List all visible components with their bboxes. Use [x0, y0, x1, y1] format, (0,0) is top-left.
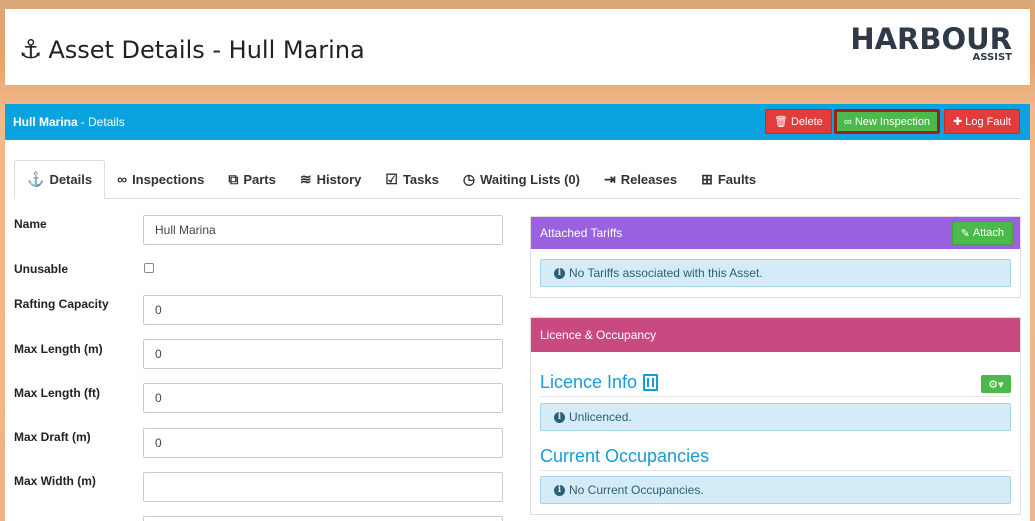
licence-alert: i Unlicenced. — [540, 403, 1011, 431]
info-icon: i — [554, 411, 565, 423]
medkit-icon: ✚ — [953, 116, 963, 128]
panel-subtitle: - Details — [80, 115, 125, 129]
page-header: ⚓ Asset Details - Hull Marina HARBOUR AS… — [5, 9, 1030, 85]
attached-tariffs-title: Attached Tariffs — [540, 226, 623, 240]
logo-brand: HARBOUR — [850, 22, 1012, 56]
tab-inspections[interactable]: ∞ Inspections — [105, 160, 216, 198]
delete-label: Delete — [790, 115, 823, 128]
licence-settings-button[interactable]: ⚙▾ — [981, 375, 1011, 393]
paperclip-icon: ✎ — [960, 227, 970, 240]
attached-tariffs-header: Attached Tariffs ✎ Attach — [531, 217, 1020, 249]
sign-out-icon: ⇥ — [603, 170, 616, 187]
tab-faults[interactable]: ⊞ Faults — [689, 160, 768, 198]
max-length-ft-field[interactable]: 0 — [143, 383, 503, 413]
tab-parts[interactable]: ⧉ Parts — [216, 160, 288, 198]
current-occupancies-title: Current Occupancies — [540, 446, 710, 466]
tab-label: Tasks — [402, 171, 439, 187]
name-label: Name — [14, 217, 47, 231]
gear-icon: ⚙▾ — [988, 378, 1004, 391]
unusable-checkbox[interactable] — [144, 263, 154, 273]
licence-info-heading: Licence Info ⚙▾ — [540, 369, 1011, 397]
puzzle-icon: ⧉ — [228, 170, 239, 187]
clock-icon: ◷ — [462, 170, 476, 187]
panel-header: Hull Marina - Details 🗑 Delete ∞ New Ins… — [5, 104, 1030, 140]
medkit-icon: ⊞ — [701, 170, 713, 187]
tariffs-empty-message: No Tariffs associated with this Asset. — [569, 266, 763, 280]
licence-info-title: Licence Info — [540, 372, 638, 392]
max-draft-label: Max Draft (m) — [14, 430, 91, 444]
unusable-label: Unusable — [14, 262, 69, 276]
page-title-text: Asset Details - Hull Marina — [48, 36, 365, 64]
clipboard-check-icon: ☑ — [385, 170, 398, 187]
log-fault-button[interactable]: ✚ Log Fault — [944, 109, 1021, 134]
harbour-assist-logo: HARBOUR ASSIST — [850, 25, 1012, 63]
max-width-field[interactable] — [143, 472, 503, 502]
tab-releases[interactable]: ⇥ Releases — [592, 160, 689, 198]
info-icon: i — [554, 267, 565, 279]
info-icon: i — [554, 484, 565, 496]
max-width-label: Max Width (m) — [14, 474, 96, 488]
attach-label: Attach — [972, 227, 1004, 239]
tab-bar: ⚓ Details ∞ Inspections ⧉ Parts ≋ Histor… — [14, 160, 1021, 199]
name-field[interactable]: Hull Marina — [143, 215, 503, 245]
occupancies-message: No Current Occupancies. — [569, 483, 704, 497]
occupancies-alert: i No Current Occupancies. — [540, 476, 1011, 504]
max-length-ft-label: Max Length (ft) — [14, 386, 100, 400]
tab-label: Faults — [717, 171, 757, 187]
licence-occupancy-header: Licence & Occupancy — [531, 318, 1020, 352]
licence-occupancy-box: Licence & Occupancy Licence Info ⚙▾ i Un… — [530, 317, 1021, 515]
delete-button[interactable]: 🗑 Delete — [765, 109, 832, 134]
asset-panel: Hull Marina - Details 🗑 Delete ∞ New Ins… — [5, 104, 1030, 521]
trash-icon: 🗑 — [774, 116, 788, 128]
attached-tariffs-box: Attached Tariffs ✎ Attach i No Tariffs a… — [530, 216, 1021, 298]
max-length-m-field[interactable]: 0 — [143, 339, 503, 369]
glasses-icon: ∞ — [117, 171, 128, 187]
tab-label: Parts — [243, 171, 276, 187]
new-inspection-label: New Inspection — [854, 115, 931, 128]
new-inspection-button[interactable]: ∞ New Inspection — [834, 109, 941, 134]
page-title: ⚓ Asset Details - Hull Marina — [19, 35, 365, 65]
tab-history[interactable]: ≋ History — [288, 160, 374, 198]
max-length-m-label: Max Length (m) — [14, 342, 103, 356]
licence-occupancy-title: Licence & Occupancy — [540, 328, 657, 342]
anchor-icon: ⚓ — [27, 171, 45, 187]
anchor-icon: ⚓ — [19, 35, 43, 65]
tab-label: Waiting Lists (0) — [480, 171, 580, 187]
tab-label: History — [316, 171, 362, 187]
licence-message: Unlicenced. — [569, 410, 632, 424]
id-card-icon — [643, 374, 659, 391]
glasses-icon: ∞ — [844, 115, 852, 128]
tab-label: Releases — [620, 171, 678, 187]
attach-button[interactable]: ✎ Attach — [951, 221, 1013, 245]
tab-details[interactable]: ⚓ Details — [14, 160, 106, 199]
max-draft-field[interactable]: 0 — [143, 428, 503, 458]
asset-name: Hull Marina — [13, 115, 78, 129]
tab-waiting-lists[interactable]: ◷ Waiting Lists (0) — [451, 160, 592, 198]
next-field[interactable] — [143, 516, 503, 521]
tariffs-empty-alert: i No Tariffs associated with this Asset. — [540, 259, 1011, 287]
tab-label: Details — [49, 172, 93, 187]
rafting-capacity-label: Rafting Capacity — [14, 297, 109, 311]
rafting-capacity-field[interactable]: 0 — [143, 295, 503, 325]
tab-tasks[interactable]: ☑ Tasks — [373, 160, 450, 198]
layers-icon: ≋ — [299, 170, 312, 187]
tab-label: Inspections — [132, 171, 205, 187]
log-fault-label: Log Fault — [965, 115, 1012, 128]
current-occupancies-heading: Current Occupancies — [540, 443, 1011, 471]
